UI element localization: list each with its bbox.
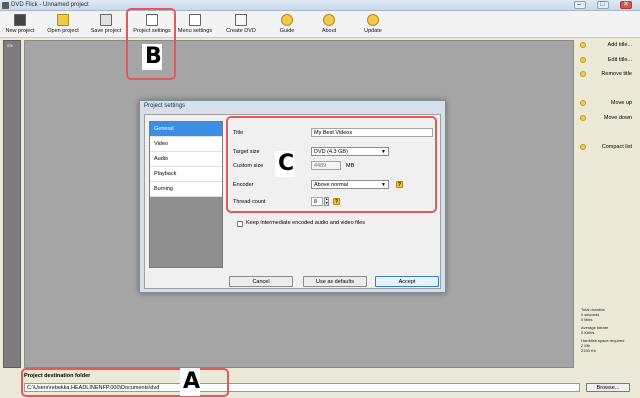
dialog-title: Project settings: [144, 103, 186, 109]
folder-icon: [57, 14, 69, 26]
window-title: DVD Flick - Unnamed project: [11, 2, 89, 8]
guide-icon: [281, 14, 293, 26]
open-project-button[interactable]: Open project: [44, 11, 82, 38]
edit-title-button[interactable]: Edit title...: [578, 56, 640, 66]
settings-tab-list: General Video Audio Playback Burning: [149, 121, 223, 268]
about-button[interactable]: About: [318, 11, 340, 38]
tab-video[interactable]: Video: [150, 137, 222, 152]
create-dvd-icon: [235, 14, 247, 26]
save-icon: [100, 14, 112, 26]
accept-button[interactable]: Accept: [375, 276, 439, 287]
annotation-letter-a: A: [183, 369, 201, 394]
new-project-icon: [14, 14, 26, 26]
close-button[interactable]: ✕: [620, 1, 632, 9]
app-icon: [2, 2, 9, 9]
arrow-down-icon: [580, 115, 586, 121]
add-title-button[interactable]: Add title...: [578, 41, 640, 51]
compact-list-icon: [580, 144, 586, 150]
move-down-button[interactable]: Move down: [578, 114, 640, 124]
keep-intermediate-checkbox[interactable]: [237, 221, 243, 227]
keep-intermediate-label: Keep intermediate encoded audio and vide…: [246, 220, 365, 226]
progress-strip: 0%: [3, 40, 21, 368]
edit-icon: [580, 57, 586, 63]
guide-button[interactable]: Guide: [276, 11, 298, 38]
menu-settings-icon: [189, 14, 201, 26]
menu-settings-button[interactable]: Menu settings: [176, 11, 214, 38]
title-bar: DVD Flick - Unnamed project – □ ✕: [0, 0, 640, 11]
arrow-up-icon: [580, 100, 586, 106]
move-up-button[interactable]: Move up: [578, 99, 640, 109]
tab-audio[interactable]: Audio: [150, 152, 222, 167]
use-as-defaults-button[interactable]: Use as defaults: [303, 276, 367, 287]
add-icon: [580, 42, 586, 48]
save-project-button[interactable]: Save project: [88, 11, 124, 38]
progress-percent: 0%: [7, 43, 13, 48]
update-button[interactable]: Update: [361, 11, 385, 38]
maximize-button[interactable]: □: [597, 1, 609, 9]
remove-icon: [580, 71, 586, 77]
tab-burning[interactable]: Burning: [150, 182, 222, 197]
compact-list-button[interactable]: Compact list: [578, 143, 640, 153]
create-dvd-button[interactable]: Create DVD: [225, 11, 257, 38]
about-icon: [323, 14, 335, 26]
annotation-letter-c: C: [278, 151, 295, 176]
update-icon: [367, 14, 379, 26]
browse-button[interactable]: Browse...: [586, 383, 630, 392]
annotation-letter-b: B: [145, 44, 162, 69]
new-project-button[interactable]: New project: [2, 11, 38, 38]
cancel-button[interactable]: Cancel: [229, 276, 293, 287]
project-stats: Total duration 0 seconds 0 titles Averag…: [581, 307, 625, 353]
minimize-button[interactable]: –: [574, 1, 586, 9]
remove-title-button[interactable]: Remove title: [578, 70, 640, 80]
main-toolbar: New project Open project Save project Pr…: [0, 11, 640, 38]
tab-general[interactable]: General: [150, 122, 222, 137]
tab-playback[interactable]: Playback: [150, 167, 222, 182]
annotation-box-c: [226, 116, 437, 213]
